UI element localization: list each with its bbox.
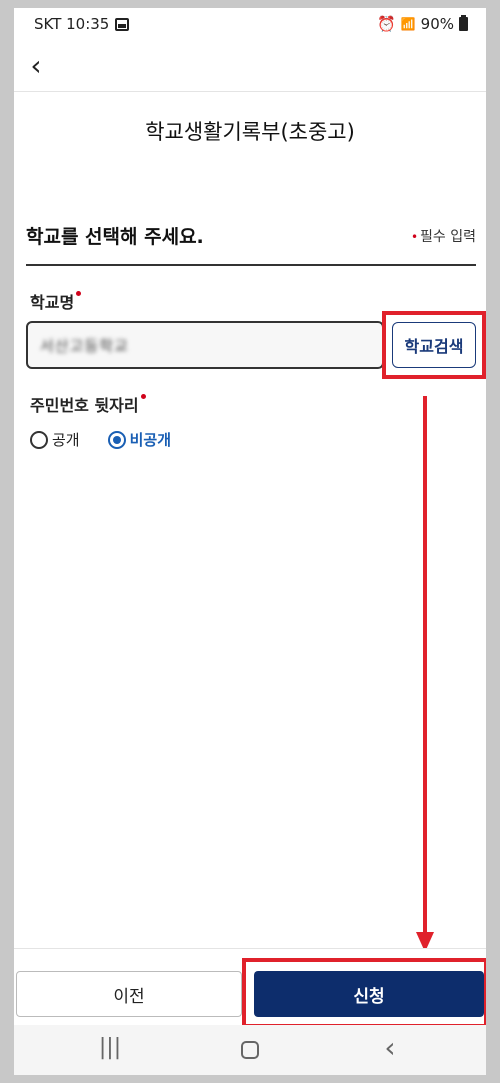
alarm-icon: ⏰	[377, 15, 396, 33]
school-name-label-text: 학교명	[30, 293, 75, 312]
gallery-icon	[115, 17, 130, 31]
id-number-label: 주민번호 뒷자리	[30, 392, 146, 416]
prev-button[interactable]: 이전	[16, 971, 242, 1017]
school-name-label: 학교명	[30, 289, 82, 313]
id-visibility-radio-group: 공개 비공개	[30, 429, 171, 450]
annotation-arrow-line	[423, 396, 427, 936]
school-name-input[interactable]: 서산고등학교	[26, 321, 384, 369]
required-dot	[140, 394, 146, 399]
radio-checked-icon	[107, 430, 126, 449]
radio-unchecked-icon	[30, 430, 48, 449]
carrier-time: SKT 10:35	[34, 15, 110, 33]
status-bar: SKT 10:35 ⏰ 📶 90%	[14, 8, 486, 42]
school-name-value: 서산고등학교	[40, 336, 129, 355]
section-title: 학교를 선택해 주세요.	[26, 226, 204, 248]
home-icon[interactable]	[230, 1035, 270, 1059]
recent-apps-icon[interactable]: |||	[90, 1035, 130, 1060]
app-bar: ‹	[14, 42, 486, 92]
required-dot	[76, 291, 82, 296]
phone-screen: SKT 10:35 ⏰ 📶 90% ‹ 학교생활기록부(초중고) 학교를 선택해…	[14, 8, 486, 1075]
battery-label: 90%	[420, 15, 454, 33]
battery-icon	[459, 15, 468, 31]
wifi-icon: 📶	[400, 17, 416, 31]
required-dot: •	[410, 230, 419, 244]
radio-private-label: 비공개	[129, 431, 172, 449]
id-number-label-text: 주민번호 뒷자리	[30, 396, 139, 415]
required-note-text: 필수 입력	[420, 229, 476, 245]
required-note: • 필수 입력	[411, 226, 476, 246]
school-search-button[interactable]: 학교검색	[392, 322, 476, 368]
radio-public[interactable]: 공개	[30, 429, 80, 450]
back-icon[interactable]: ‹	[370, 1031, 410, 1064]
section-header: 학교를 선택해 주세요. • 필수 입력	[26, 222, 476, 266]
radio-private[interactable]: 비공개	[107, 429, 172, 450]
page-title: 학교생활기록부(초중고)	[145, 120, 355, 144]
chevron-left-icon[interactable]: ‹	[20, 50, 52, 82]
radio-public-label: 공개	[52, 431, 80, 449]
apply-button[interactable]: 신청	[254, 971, 484, 1017]
system-nav-bar: ||| ‹	[14, 1025, 486, 1075]
